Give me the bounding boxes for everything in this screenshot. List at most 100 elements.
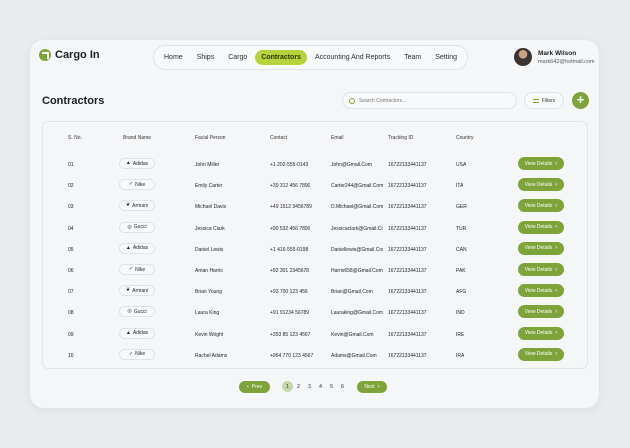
cell-sno: 08 <box>68 310 74 317</box>
brand-chip: ✓ Nike <box>119 264 155 275</box>
brand-name-label: Nike <box>135 351 146 358</box>
chevron-right-icon: › <box>555 202 558 209</box>
profile-name: Mark Wilson <box>538 49 577 57</box>
view-details-button[interactable]: View Details › <box>518 178 564 192</box>
view-details-button[interactable]: View Details › <box>518 220 564 234</box>
cell-sno: 02 <box>68 183 74 190</box>
header-country: Country <box>456 135 474 141</box>
brand-logo[interactable]: Cargo In <box>39 49 100 61</box>
view-details-button[interactable]: View Details › <box>518 284 564 298</box>
next-label: Next <box>364 383 375 390</box>
cell-sno: 01 <box>68 162 74 168</box>
cell-country: TUR <box>456 225 467 232</box>
cell-person: Rachel Adams <box>195 352 228 359</box>
filter-icon <box>532 98 539 103</box>
page-title: Contractors <box>42 95 105 107</box>
cell-contact: +93 700 123 456 <box>270 289 308 296</box>
cell-contact: +49 1512 3456789 <box>270 204 312 211</box>
nike-icon: ✓ <box>128 266 134 272</box>
brand-name-label: Nike <box>135 266 146 273</box>
page-6[interactable]: 6 <box>337 381 348 392</box>
next-button[interactable]: Next › <box>357 380 387 393</box>
cell-email: Brian@Gmail.Com <box>331 289 373 296</box>
profile-info: Mark Wilson mark642@hotmail.com <box>538 50 595 65</box>
cell-email: D.Michael@Gmail.Com <box>331 204 383 211</box>
nav-item-team[interactable]: Team <box>398 50 427 65</box>
add-contractor-button[interactable]: + <box>572 92 589 109</box>
nav-item-setting[interactable]: Setting <box>429 50 463 65</box>
cell-tracking: 16722133441137 <box>388 204 427 211</box>
page-1[interactable]: 1 <box>282 381 293 392</box>
cell-contact: +90 532 456 7890 <box>270 225 311 232</box>
user-profile[interactable]: Mark Wilson mark642@hotmail.com <box>514 48 595 66</box>
filters-button[interactable]: Filters <box>524 92 564 109</box>
cell-email: Carter244@Gmail.Com <box>331 183 383 190</box>
cell-sno: 07 <box>68 289 74 296</box>
view-details-button[interactable]: View Details › <box>518 199 564 213</box>
page-2[interactable]: 2 <box>293 381 304 392</box>
cell-sno: 04 <box>68 225 74 232</box>
cell-contact: +91 91234 56789 <box>270 310 310 317</box>
cell-person: Michael Davis <box>195 204 227 211</box>
view-details-button[interactable]: View Details › <box>518 241 564 255</box>
chevron-right-icon: › <box>555 308 558 315</box>
adidas-icon: ▲ <box>125 160 131 166</box>
cell-email: John@Gmail.Com <box>331 162 372 168</box>
chevron-right-icon: › <box>555 181 558 188</box>
cell-contact: +39 312 456 7890 <box>270 183 311 190</box>
table-row: 04 Jessica Clark +90 532 456 7890 Jessicacl… <box>43 219 589 240</box>
view-details-label: View Details <box>524 245 553 252</box>
cell-person: John Miller <box>195 162 220 168</box>
nav-item-contractors[interactable]: Contractors <box>255 50 307 65</box>
nav-item-home[interactable]: Home <box>158 50 189 65</box>
view-details-button[interactable]: View Details › <box>518 347 564 361</box>
view-details-label: View Details <box>524 224 553 231</box>
gucci-icon: ◎ <box>127 308 132 315</box>
page-3[interactable]: 3 <box>304 381 315 392</box>
nav-item-ships[interactable]: Ships <box>191 50 221 65</box>
cell-country: USA <box>456 162 467 168</box>
chevron-right-icon: › <box>555 351 558 358</box>
cell-email: Lauraking@Gmail.Com <box>331 310 383 317</box>
cell-contact: +353 85 123 4567 <box>270 331 311 338</box>
search-bar <box>342 92 517 109</box>
brand-name-label: Armani <box>132 287 149 294</box>
cell-person: Jessica Clark <box>195 225 225 232</box>
cell-sno: 06 <box>68 268 74 274</box>
cell-tracking: 16722133441137 <box>388 310 427 317</box>
pagination: ‹ Prev 1 2 3 4 5 6 Next › <box>239 380 387 393</box>
app-window: Cargo In Home Ships Cargo Contractors Ac… <box>30 40 599 408</box>
brand-name-label: Nike <box>135 181 146 188</box>
nav-item-accounting[interactable]: Accounting And Reports <box>309 50 396 65</box>
table-row: 01 John Miller +1 202-555-0143 John@Gmail.C… <box>43 155 589 176</box>
view-details-button[interactable]: View Details › <box>518 305 564 319</box>
brand-chip: ◎ Gucci <box>119 221 155 233</box>
table-row: 07 Brian Young +93 700 123 456 Brian@Gmail.… <box>43 282 589 303</box>
brand-name-label: Gucci <box>133 224 147 231</box>
nav-item-cargo[interactable]: Cargo <box>222 50 253 65</box>
chevron-left-icon: ‹ <box>246 383 249 390</box>
nike-icon: ✓ <box>128 181 134 188</box>
adidas-icon: ▲ <box>125 244 131 251</box>
view-details-button[interactable]: View Details › <box>518 157 564 170</box>
cell-tracking: 16722133441137 <box>388 183 427 190</box>
view-details-button[interactable]: View Details › <box>518 263 564 276</box>
profile-email: mark642@hotmail.com <box>538 58 595 65</box>
cell-tracking: 16722133441137 <box>388 352 427 359</box>
table-row: 09 Kevin Wright +353 85 123 4567 Kevin@Gmai… <box>43 325 589 346</box>
view-details-label: View Details <box>524 181 553 188</box>
main-nav: Home Ships Cargo Contractors Accounting … <box>153 45 468 70</box>
cell-person: Emily Carter <box>195 183 223 190</box>
search-input[interactable] <box>359 97 509 104</box>
chevron-right-icon: › <box>555 287 558 294</box>
view-details-button[interactable]: View Details › <box>518 326 564 340</box>
chevron-right-icon: › <box>377 383 380 390</box>
cell-country: IRA <box>456 352 465 359</box>
page-4[interactable]: 4 <box>315 381 326 392</box>
contractors-table: S. No. Brand Name Facial Person Contact … <box>42 121 588 369</box>
prev-button[interactable]: ‹ Prev <box>239 380 270 393</box>
cell-sno: 03 <box>68 204 74 211</box>
brand-name-label: Adidas <box>132 160 149 167</box>
page-5[interactable]: 5 <box>326 381 337 392</box>
header-sno: S. No. <box>68 135 82 141</box>
